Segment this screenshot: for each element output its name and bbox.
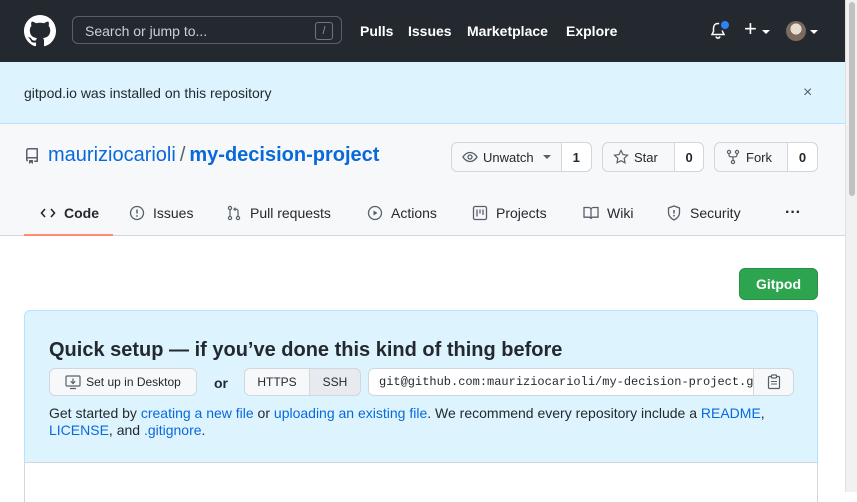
tab-wiki[interactable]: Wiki [583,190,633,236]
tab-label: Issues [153,205,194,221]
fork-icon [726,149,740,165]
desc-text: . [201,422,206,438]
nav-explore[interactable]: Explore [566,23,617,39]
next-section-panel [24,462,818,502]
readme-link[interactable]: README [701,405,761,421]
eye-icon [462,151,478,163]
flash-message: gitpod.io was installed on this reposito… [24,85,272,101]
repo-header: mauriziocarioli / my-decision-project Unwa… [0,124,845,236]
gitpod-button[interactable]: Gitpod [739,268,818,300]
setup-in-desktop-button[interactable]: Set up in Desktop [49,368,197,396]
page-scrollbar[interactable] [845,0,857,492]
quick-setup-panel: Quick setup — if you’ve done this kind o… [24,310,818,463]
tab-label: Actions [391,205,437,221]
repo-name-link[interactable]: my-decision-project [189,144,379,166]
book-icon [583,206,599,220]
tab-projects[interactable]: Projects [472,190,547,236]
project-icon [472,205,488,221]
desc-text: , [760,405,765,421]
tab-pull-requests[interactable]: Pull requests [226,190,331,236]
copy-clone-url-button[interactable] [753,368,794,396]
active-tab-indicator [24,234,113,236]
https-button[interactable]: HTTPS [244,368,310,396]
user-avatar[interactable] [786,21,806,41]
repo-title: mauriziocarioli / my-decision-project [48,144,379,167]
repo-separator: / [179,144,186,166]
notification-indicator [719,19,731,31]
fork-button-group: Fork 0 [714,142,818,172]
tab-actions[interactable]: Actions [367,190,437,236]
flash-notice: gitpod.io was installed on this reposito… [0,62,845,124]
user-menu-caret-icon[interactable] [810,30,818,34]
issue-icon [129,205,145,221]
repo-owner-link[interactable]: mauriziocarioli [48,144,176,166]
global-header: Search or jump to... / Pulls Issues Mark… [0,0,845,62]
unwatch-label: Unwatch [483,149,534,165]
play-icon [367,205,383,221]
tab-security[interactable]: Security [666,190,741,236]
unwatch-button[interactable]: Unwatch [452,143,562,171]
search-shortcut-hint: / [315,22,333,40]
clone-url-input[interactable]: git@github.com:mauriziocarioli/my-decisi… [368,368,754,396]
star-count[interactable]: 0 [675,143,703,171]
scrollbar-thumb[interactable] [849,2,855,196]
tab-issues[interactable]: Issues [129,190,193,236]
desktop-download-icon [65,375,81,390]
quick-setup-description: Get started by creating a new file or up… [49,405,809,439]
desc-text: or [253,405,274,421]
nav-marketplace[interactable]: Marketplace [467,23,548,39]
watch-button-group: Unwatch 1 [451,142,592,172]
search-input[interactable]: Search or jump to... / [72,16,342,44]
clipboard-icon [767,374,780,390]
close-icon[interactable]: × [803,84,812,102]
shield-icon [667,205,681,221]
repo-icon [25,148,38,164]
or-separator: or [214,375,228,391]
gitignore-link[interactable]: .gitignore [144,422,202,438]
pull-request-icon [227,205,241,221]
uploading-existing-file-link[interactable]: uploading an existing file [274,405,427,421]
star-label: Star [634,149,658,165]
desc-text: , and [108,422,144,438]
more-tabs-icon[interactable]: ··· [785,190,801,236]
tab-label: Wiki [607,205,634,221]
fork-count[interactable]: 0 [788,143,817,171]
setup-in-desktop-label: Set up in Desktop [86,375,181,389]
tab-label: Pull requests [250,205,331,221]
desc-text: Get started by [49,405,141,421]
watch-count[interactable]: 1 [561,143,591,171]
create-new-icon[interactable]: + [744,18,757,40]
star-button[interactable]: Star [603,143,676,171]
search-placeholder: Search or jump to... [85,23,208,39]
fork-button[interactable]: Fork [715,143,789,171]
nav-pulls[interactable]: Pulls [360,23,393,39]
ssh-button[interactable]: SSH [309,368,361,396]
create-caret-icon[interactable] [762,30,770,34]
nav-issues[interactable]: Issues [408,23,452,39]
tab-label: Security [690,205,741,221]
code-icon [40,208,56,218]
github-logo-icon[interactable] [24,15,56,47]
creating-new-file-link[interactable]: creating a new file [141,405,254,421]
tab-label: Code [64,205,99,221]
license-link[interactable]: LICENSE [49,422,109,438]
fork-label: Fork [746,149,772,165]
tab-code[interactable]: Code [40,190,99,236]
tab-label: Projects [496,205,547,221]
chevron-down-icon [542,155,551,159]
desc-text: . We recommend every repository include … [427,405,701,421]
quick-setup-title: Quick setup — if you’ve done this kind o… [49,339,563,361]
star-button-group: Star 0 [602,142,704,172]
star-icon [613,149,629,164]
